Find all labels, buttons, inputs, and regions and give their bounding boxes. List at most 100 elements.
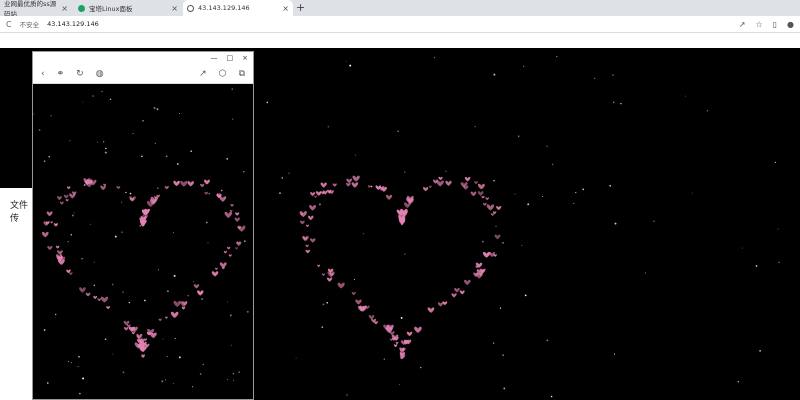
heart-particle (235, 247, 238, 250)
star-particle (141, 155, 143, 158)
heart-particle (235, 212, 240, 216)
star-particle (322, 303, 325, 306)
star-particle (550, 395, 553, 398)
star-particle (503, 387, 506, 390)
star-particle (502, 241, 505, 244)
heart-particle (437, 302, 444, 307)
heart-particle (454, 287, 460, 293)
link-icon[interactable]: ⚭ (57, 69, 65, 79)
heart-particle (164, 185, 169, 190)
heart-particle (215, 267, 218, 270)
close-icon[interactable]: × (171, 4, 178, 13)
heart-particle (79, 287, 86, 293)
close-icon[interactable]: × (282, 4, 289, 13)
star-particle (514, 193, 516, 195)
heart-particle (485, 197, 490, 201)
star-icon[interactable]: ☆ (755, 20, 762, 29)
main-heart-canvas (266, 55, 780, 398)
star-particle (404, 253, 406, 255)
star-particle (295, 357, 297, 359)
star-particle (499, 307, 502, 309)
star-particle (93, 284, 95, 286)
star-particle (644, 272, 647, 274)
star-particle (400, 316, 403, 319)
star-particle (67, 360, 69, 363)
back-icon[interactable]: ‹ (41, 69, 45, 79)
heart-particle (352, 175, 360, 182)
globe-icon[interactable]: ◍ (96, 69, 104, 79)
heart-particle (345, 182, 351, 187)
heart-particle (228, 254, 232, 257)
profile-icon[interactable]: ● (787, 20, 794, 29)
star-particle (594, 77, 596, 80)
star-particle (79, 392, 81, 395)
maximize-icon[interactable]: □ (227, 54, 234, 62)
heart-particle (100, 296, 109, 303)
star-particle (573, 202, 575, 204)
heart-particle (486, 204, 495, 211)
reload-icon[interactable]: C (6, 20, 12, 29)
close-icon[interactable]: × (61, 4, 68, 13)
heart-particle (464, 279, 471, 286)
heart-particle (385, 194, 393, 200)
copy-icon[interactable]: ⧉ (239, 69, 245, 79)
star-particle (43, 329, 46, 331)
heart-particle (307, 215, 314, 221)
star-particle (495, 225, 497, 227)
heart-particle (464, 176, 471, 182)
star-particle (139, 224, 142, 227)
heart-particle (193, 284, 200, 289)
star-particle (144, 299, 146, 302)
star-particle (355, 154, 357, 156)
star-particle (48, 156, 50, 158)
heart-particle (165, 316, 168, 319)
star-particle (546, 339, 549, 342)
star-particle (288, 172, 290, 174)
share-icon[interactable]: ↗ (199, 69, 207, 79)
star-particle (397, 130, 400, 133)
heart-particle (326, 277, 333, 282)
heart-particle (204, 191, 208, 195)
star-particle (281, 177, 283, 179)
star-particle (111, 283, 114, 286)
url-input[interactable]: 43.143.129.146 (47, 20, 99, 28)
star-particle (399, 384, 400, 386)
tab-2[interactable]: 宝塔Linux面板 × (74, 0, 182, 16)
refresh-icon[interactable]: ↻ (76, 69, 84, 79)
heart-particle (173, 180, 180, 187)
heart-particle (314, 195, 317, 199)
heart-particle (351, 182, 359, 188)
new-tab-button[interactable]: + (296, 1, 305, 14)
heart-particle (320, 182, 327, 188)
heart-particle (470, 191, 477, 197)
close-icon[interactable]: × (242, 54, 248, 62)
star-particle (122, 291, 124, 293)
heart-particle (310, 191, 316, 197)
heart-particle (57, 250, 63, 255)
heart-particle (158, 318, 162, 322)
heart-particle (131, 331, 135, 335)
heart-particle (337, 282, 345, 289)
cube-icon[interactable]: ⬡ (219, 69, 227, 79)
tab-3[interactable]: 43.143.129.146 × (183, 0, 293, 16)
sidebar-icon[interactable]: ▯ (773, 20, 777, 29)
share-icon[interactable]: ↗ (739, 20, 746, 29)
heart-particle (129, 196, 136, 202)
minimize-icon[interactable]: — (211, 54, 218, 62)
star-particle (104, 338, 107, 340)
star-particle (226, 158, 229, 160)
heart-particle (305, 244, 309, 248)
star-particle (741, 247, 743, 249)
star-particle (706, 110, 708, 112)
star-particle (199, 373, 202, 375)
star-particle (232, 118, 234, 120)
popup-heart-canvas (33, 88, 249, 395)
star-particle (77, 365, 79, 368)
star-particle (38, 129, 41, 131)
heart-particle (329, 190, 334, 195)
address-bar: C 不安全 43.143.129.146 ↗ ☆ ▯ ● (0, 16, 800, 33)
star-particle (202, 363, 204, 365)
tab-1[interactable]: 业网最优质的ss源码站 × (0, 0, 72, 18)
star-particle (92, 95, 94, 97)
heart-particle (93, 295, 98, 300)
